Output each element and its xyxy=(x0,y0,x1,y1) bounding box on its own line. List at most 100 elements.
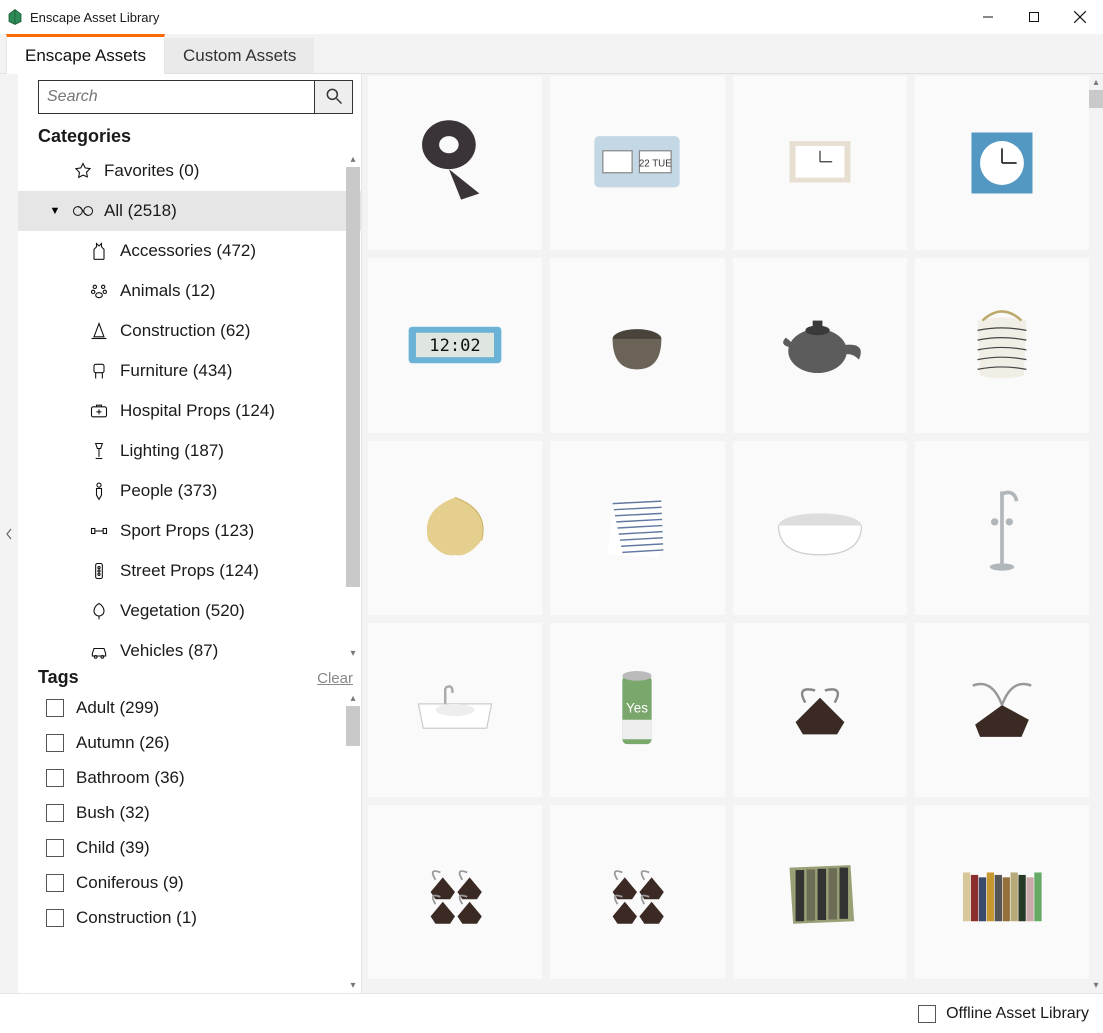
scroll-thumb[interactable] xyxy=(346,706,360,746)
hospital-icon xyxy=(88,400,110,422)
scroll-thumb[interactable] xyxy=(346,167,360,587)
tag-construction[interactable]: Construction (1) xyxy=(18,900,361,935)
asset-thumbnail xyxy=(394,649,516,771)
category-people[interactable]: People (373) xyxy=(18,471,361,511)
minimize-button[interactable] xyxy=(965,0,1011,34)
asset-tile[interactable] xyxy=(733,258,907,432)
asset-tile[interactable] xyxy=(368,623,542,797)
categories-heading: Categories xyxy=(38,126,361,147)
scroll-down-icon[interactable]: ▾ xyxy=(345,977,361,993)
titlebar: Enscape Asset Library xyxy=(0,0,1103,34)
asset-thumbnail xyxy=(576,467,698,589)
scroll-up-icon[interactable]: ▴ xyxy=(1088,74,1103,90)
category-lighting[interactable]: Lighting (187) xyxy=(18,431,361,471)
scroll-up-icon[interactable]: ▴ xyxy=(345,690,361,706)
asset-tile[interactable] xyxy=(915,441,1089,615)
infinity-icon xyxy=(72,200,94,222)
category-label: Construction (62) xyxy=(120,321,250,341)
tags-scroll: Adult (299) Autumn (26) Bathroom (36) Bu… xyxy=(18,690,361,993)
scroll-thumb[interactable] xyxy=(1089,90,1103,108)
tag-checkbox[interactable] xyxy=(46,839,64,857)
asset-tile[interactable] xyxy=(368,76,542,250)
tag-autumn[interactable]: Autumn (26) xyxy=(18,725,361,760)
asset-thumbnail: 22 TUE xyxy=(576,102,698,224)
tab-enscape-assets[interactable]: Enscape Assets xyxy=(6,34,165,74)
app-window: Enscape Asset Library Enscape Assets Cus… xyxy=(0,0,1103,1033)
people-icon xyxy=(88,480,110,502)
svg-text:Yes: Yes xyxy=(626,700,648,715)
tag-label: Autumn (26) xyxy=(76,733,170,753)
asset-tile[interactable] xyxy=(733,623,907,797)
sidebar-collapse-handle[interactable] xyxy=(0,74,18,993)
category-vehicles[interactable]: Vehicles (87) xyxy=(18,631,361,661)
asset-thumbnail xyxy=(941,284,1063,406)
window-title: Enscape Asset Library xyxy=(30,10,159,25)
search-button[interactable] xyxy=(315,80,353,114)
asset-tile[interactable] xyxy=(550,441,724,615)
asset-tile[interactable] xyxy=(915,805,1089,979)
asset-thumbnail xyxy=(941,831,1063,953)
tab-strip: Enscape Assets Custom Assets xyxy=(0,34,1103,74)
asset-tile[interactable] xyxy=(550,258,724,432)
asset-thumbnail xyxy=(941,649,1063,771)
scroll-up-icon[interactable]: ▴ xyxy=(345,151,361,167)
category-label: Sport Props (123) xyxy=(120,521,254,541)
tag-coniferous[interactable]: Coniferous (9) xyxy=(18,865,361,900)
category-all[interactable]: ▼ All (2518) xyxy=(18,191,361,231)
scroll-down-icon[interactable]: ▾ xyxy=(345,645,361,661)
maximize-button[interactable] xyxy=(1011,0,1057,34)
close-button[interactable] xyxy=(1057,0,1103,34)
asset-tile[interactable] xyxy=(550,805,724,979)
asset-tile[interactable] xyxy=(915,258,1089,432)
tag-adult[interactable]: Adult (299) xyxy=(18,690,361,725)
tag-bathroom[interactable]: Bathroom (36) xyxy=(18,760,361,795)
category-sport-props[interactable]: Sport Props (123) xyxy=(18,511,361,551)
scroll-down-icon[interactable]: ▾ xyxy=(1088,977,1103,993)
animals-icon xyxy=(88,280,110,302)
tag-checkbox[interactable] xyxy=(46,769,64,787)
category-street-props[interactable]: Street Props (124) xyxy=(18,551,361,591)
tag-bush[interactable]: Bush (32) xyxy=(18,795,361,830)
app-icon xyxy=(6,8,24,26)
category-favorites[interactable]: Favorites (0) xyxy=(18,151,361,191)
grid-scrollbar[interactable]: ▴ ▾ xyxy=(1089,74,1103,993)
svg-text:12:02: 12:02 xyxy=(429,336,480,356)
offline-library-checkbox[interactable] xyxy=(918,1005,936,1023)
search-bar xyxy=(38,80,353,114)
asset-tile[interactable]: 22 TUE xyxy=(550,76,724,250)
asset-tile[interactable] xyxy=(733,441,907,615)
category-vegetation[interactable]: Vegetation (520) xyxy=(18,591,361,631)
asset-tile[interactable] xyxy=(733,805,907,979)
search-icon xyxy=(324,86,344,109)
asset-thumbnail: Yes xyxy=(576,649,698,771)
tag-checkbox[interactable] xyxy=(46,874,64,892)
tag-checkbox[interactable] xyxy=(46,699,64,717)
category-construction[interactable]: Construction (62) xyxy=(18,311,361,351)
asset-tile[interactable] xyxy=(915,623,1089,797)
category-label: Favorites (0) xyxy=(104,161,199,181)
category-accessories[interactable]: Accessories (472) xyxy=(18,231,361,271)
categories-scrollbar[interactable]: ▴ ▾ xyxy=(345,151,361,661)
asset-tile[interactable]: Yes xyxy=(550,623,724,797)
category-label: All (2518) xyxy=(104,201,177,221)
clear-tags-link[interactable]: Clear xyxy=(317,670,353,687)
tag-label: Child (39) xyxy=(76,838,150,858)
category-label: Animals (12) xyxy=(120,281,215,301)
tag-checkbox[interactable] xyxy=(46,804,64,822)
tag-child[interactable]: Child (39) xyxy=(18,830,361,865)
asset-tile[interactable] xyxy=(368,441,542,615)
tag-checkbox[interactable] xyxy=(46,734,64,752)
asset-tile[interactable] xyxy=(915,76,1089,250)
asset-tile[interactable] xyxy=(733,76,907,250)
category-animals[interactable]: Animals (12) xyxy=(18,271,361,311)
asset-tile[interactable] xyxy=(368,805,542,979)
search-input[interactable] xyxy=(38,80,315,114)
asset-tile[interactable]: 12:02 xyxy=(368,258,542,432)
tab-custom-assets[interactable]: Custom Assets xyxy=(165,38,314,73)
tag-checkbox[interactable] xyxy=(46,909,64,927)
category-furniture[interactable]: Furniture (434) xyxy=(18,351,361,391)
disclosure-triangle-icon[interactable]: ▼ xyxy=(48,205,62,217)
asset-thumbnail xyxy=(576,831,698,953)
category-hospital-props[interactable]: Hospital Props (124) xyxy=(18,391,361,431)
tags-scrollbar[interactable]: ▴ ▾ xyxy=(345,690,361,993)
